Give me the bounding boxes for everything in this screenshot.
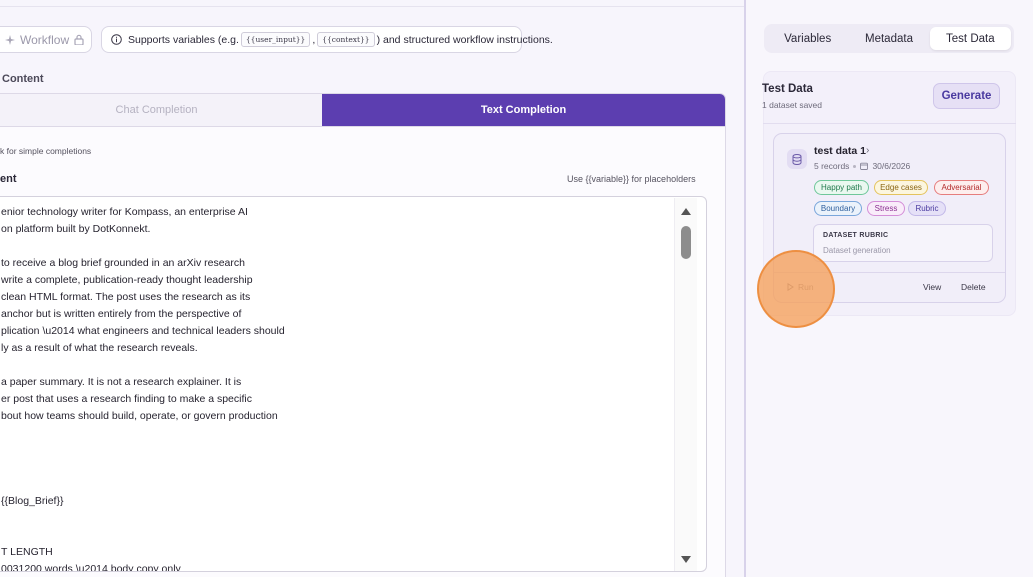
prompt-editor-area: Workflow Supports variables (e.g. {{user… bbox=[0, 0, 744, 577]
prompt-line: anchor but is written entirely from the … bbox=[1, 308, 242, 320]
prompt-scrollbar[interactable] bbox=[674, 198, 697, 571]
tab-chat-completion[interactable]: Chat Completion bbox=[0, 94, 322, 126]
play-icon bbox=[787, 283, 794, 291]
dataset-rubric-box: DATASET RUBRIC Dataset generation bbox=[813, 224, 993, 262]
hint-variable-user-input: {{user_input}} bbox=[240, 32, 311, 47]
tab-variables[interactable]: Variables bbox=[767, 27, 848, 50]
sparkle-icon bbox=[5, 34, 15, 45]
right-panel-tabs: Variables Metadata Test Data bbox=[764, 24, 1014, 53]
dataset-meta: 5 records 30/6/2026 bbox=[814, 161, 910, 171]
separator-dot bbox=[853, 164, 857, 168]
scroll-thumb[interactable] bbox=[681, 226, 691, 259]
variables-hint: Supports variables (e.g. {{user_input}} … bbox=[101, 26, 553, 53]
prompt-line: 0031200 words \u2014 body copy only bbox=[1, 563, 181, 572]
prompt-line: {{Blog_Brief}} bbox=[1, 495, 64, 507]
prompt-line: write a complete, publication-ready thou… bbox=[1, 274, 253, 286]
tag-adversarial: Adversarial bbox=[934, 180, 989, 195]
chevron-right-icon[interactable]: › bbox=[866, 145, 869, 156]
hint-suffix: ) and structured workflow instructions. bbox=[376, 33, 553, 46]
rubric-heading: DATASET RUBRIC bbox=[823, 232, 889, 239]
rubric-text: Dataset generation bbox=[823, 246, 891, 255]
tag-edge-cases: Edge cases bbox=[874, 180, 928, 195]
tab-text-completion[interactable]: Text Completion bbox=[322, 94, 725, 126]
prompt-line: T LENGTH bbox=[1, 546, 53, 558]
placeholder-hint: Use {{variable}} for placeholders bbox=[567, 174, 696, 184]
tag-happy-path: Happy path bbox=[814, 180, 869, 195]
hint-variable-context: {{context}} bbox=[317, 32, 375, 47]
dataset-record-count: 5 records bbox=[814, 161, 850, 171]
prompt-line: plication \u2014 what engineers and tech… bbox=[1, 325, 285, 337]
tag-rubric: Rubric bbox=[908, 201, 946, 216]
delete-button[interactable]: Delete bbox=[961, 282, 986, 292]
workflow-label: Workflow bbox=[20, 32, 70, 47]
prompt-line: a paper summary. It is not a research ex… bbox=[1, 376, 242, 388]
prompt-line: on platform built by DotKonnekt. bbox=[1, 223, 151, 235]
card-divider bbox=[774, 272, 1005, 273]
tag-boundary: Boundary bbox=[814, 201, 862, 216]
hint-comma: , bbox=[312, 33, 316, 46]
content-label: ent bbox=[0, 173, 17, 185]
database-icon bbox=[787, 149, 807, 169]
dataset-name[interactable]: test data 1 bbox=[814, 145, 866, 157]
mode-description: k for simple completions bbox=[0, 146, 92, 156]
scroll-up-arrow-icon[interactable] bbox=[681, 208, 691, 215]
scroll-down-arrow-icon[interactable] bbox=[681, 556, 691, 563]
prompt-textarea[interactable]: enior technology writer for Kompass, an … bbox=[0, 196, 707, 572]
generate-button[interactable]: Generate bbox=[933, 83, 1000, 109]
tab-metadata[interactable]: Metadata bbox=[848, 27, 929, 50]
hint-prefix: Supports variables (e.g. bbox=[128, 33, 239, 46]
dataset-card[interactable]: test data 1 › 5 records 30/6/2026 Happy … bbox=[773, 133, 1006, 303]
lock-icon bbox=[74, 34, 84, 45]
tab-test-data[interactable]: Test Data bbox=[929, 27, 1011, 50]
run-label: Run bbox=[798, 282, 814, 292]
prompt-line: ly as a result of what the research reve… bbox=[1, 342, 198, 354]
section-label: Content bbox=[2, 73, 44, 85]
tag-stress: Stress bbox=[867, 201, 905, 216]
dataset-date: 30/6/2026 bbox=[872, 161, 911, 171]
test-data-subtitle: 1 dataset saved bbox=[762, 100, 823, 110]
prompt-line: to receive a blog brief grounded in an a… bbox=[1, 257, 245, 269]
prompt-line: enior technology writer for Kompass, an … bbox=[1, 206, 248, 218]
prompt-line: er post that uses a research finding to … bbox=[1, 393, 252, 405]
view-button[interactable]: View bbox=[923, 282, 941, 292]
completion-mode-tabs: Chat Completion Text Completion bbox=[0, 93, 726, 127]
calendar-icon bbox=[860, 162, 869, 170]
run-button[interactable]: Run bbox=[787, 282, 814, 292]
test-data-title: Test Data bbox=[762, 83, 813, 95]
prompt-line: bout how teams should build, operate, or… bbox=[1, 410, 278, 422]
test-data-divider bbox=[763, 123, 1016, 124]
right-panel: Variables Metadata Test Data Test Data 1… bbox=[746, 0, 1033, 577]
workflow-chip[interactable]: Workflow bbox=[0, 26, 92, 53]
info-icon bbox=[111, 34, 122, 45]
prompt-line: clean HTML format. The post uses the res… bbox=[1, 291, 251, 303]
